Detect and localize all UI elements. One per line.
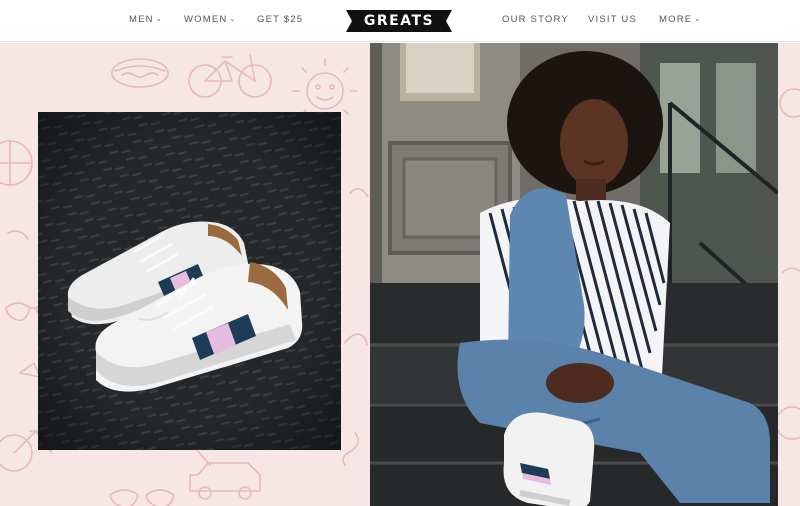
nav-visit-us-label: VISIT US — [588, 14, 638, 25]
sneakers-illustration — [38, 112, 341, 450]
nav-visit-us[interactable]: VISIT US — [588, 14, 637, 25]
chevron-down-icon: ⌄ — [155, 16, 163, 23]
model-on-steps-illustration — [370, 43, 778, 506]
nav-our-story[interactable]: OUR STORY — [502, 14, 569, 25]
swirl-doodle-icon — [344, 333, 368, 346]
top-navigation-bar: MEN ⌄ WOMEN ⌄ GET $25 GREATS OUR STORY VIS… — [0, 0, 800, 42]
window — [660, 63, 700, 173]
hands — [546, 363, 614, 403]
greats-logo[interactable]: GREATS — [346, 10, 452, 32]
flag-doodle-icon — [19, 362, 41, 378]
model-sneaker — [503, 412, 595, 506]
chevron-down-icon: ⌄ — [694, 16, 702, 23]
wheel-doodle-icon — [0, 140, 33, 186]
nav-men-label: MEN — [129, 14, 154, 25]
nav-more[interactable]: MORE ⌄ — [659, 14, 701, 25]
nav-women[interactable]: WOMEN ⌄ — [184, 14, 237, 25]
car-doodle-icon — [189, 448, 261, 500]
nav-men[interactable]: MEN ⌄ — [129, 14, 163, 25]
sneaker-product-photo[interactable] — [38, 112, 341, 450]
nav-our-story-label: OUR STORY — [502, 14, 569, 25]
swirl-doodle-icon — [7, 230, 29, 240]
nav-get-25[interactable]: GET $25 — [257, 14, 303, 25]
nav-women-label: WOMEN — [184, 14, 228, 25]
swirl-doodle-icon — [349, 188, 369, 198]
doodle-pattern-right — [778, 88, 800, 440]
logo-text: GREATS — [363, 13, 435, 29]
sunglasses-doodle-icon — [109, 489, 175, 506]
bicycle-doodle-icon — [188, 54, 272, 98]
hot-dog-doodle-icon — [111, 58, 169, 88]
chevron-down-icon: ⌄ — [229, 16, 237, 23]
hero-section — [0, 43, 800, 506]
doodle-pattern-right-strip — [778, 43, 800, 506]
lifestyle-model-photo[interactable] — [370, 43, 778, 506]
nav-get-25-label: GET $25 — [257, 14, 304, 25]
nav-more-label: MORE — [659, 14, 693, 25]
swirl-doodle-icon — [342, 432, 359, 466]
